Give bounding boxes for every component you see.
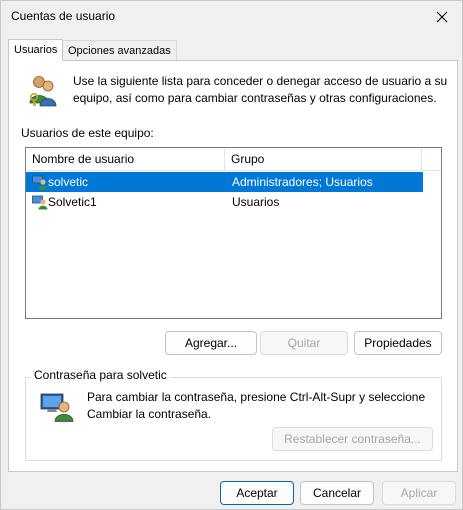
password-instructions: Para cambiar la contraseña, presione Ctr… xyxy=(87,390,426,421)
ok-button[interactable]: Aceptar xyxy=(220,481,294,505)
listview-header: Nombre de usuario Grupo xyxy=(26,148,441,171)
intro-description: Use la siguiente lista para conceder o d… xyxy=(73,74,448,105)
close-icon xyxy=(436,11,448,22)
cancel-button[interactable]: Cancelar xyxy=(300,481,374,505)
tab-opciones-avanzadas[interactable]: Opciones avanzadas xyxy=(62,40,177,61)
users-list-label: Usuarios de este equipo: xyxy=(21,126,154,140)
table-row[interactable]: Solvetic1 Usuarios xyxy=(26,192,423,212)
user-account-icon xyxy=(32,195,48,210)
properties-button[interactable]: Propiedades xyxy=(354,331,442,355)
row-username: Solvetic1 xyxy=(48,195,97,209)
column-header-group[interactable]: Grupo xyxy=(225,148,422,170)
apply-button[interactable]: Aplicar xyxy=(382,481,456,505)
row-group: Administradores; Usuarios xyxy=(232,175,373,189)
row-group: Usuarios xyxy=(232,195,280,209)
add-user-button[interactable]: Agregar... xyxy=(165,331,257,355)
users-listview[interactable]: Nombre de usuario Grupo solvetic Adminis… xyxy=(25,147,442,319)
close-button[interactable] xyxy=(422,1,462,32)
remove-user-button[interactable]: Quitar xyxy=(260,331,348,355)
reset-password-button[interactable]: Restablecer contraseña... xyxy=(272,427,433,451)
users-keys-icon xyxy=(29,76,57,107)
column-header-username[interactable]: Nombre de usuario xyxy=(26,148,225,170)
user-account-icon xyxy=(32,175,48,190)
title-bar[interactable]: Cuentas de usuario xyxy=(1,1,462,32)
password-groupbox: Para cambiar la contraseña, presione Ctr… xyxy=(25,377,442,461)
tab-usuarios[interactable]: Usuarios xyxy=(8,39,64,61)
password-user-icon xyxy=(40,393,74,422)
row-username: solvetic xyxy=(48,175,89,189)
window-title: Cuentas de usuario xyxy=(11,9,116,23)
dialog-window: Cuentas de usuario Usuarios Opciones ava… xyxy=(0,0,463,510)
tab-panel-usuarios: Use la siguiente lista para conceder o d… xyxy=(8,60,458,472)
table-row[interactable]: solvetic Administradores; Usuarios xyxy=(26,172,423,192)
password-groupbox-title: Contraseña para solvetic xyxy=(31,368,170,382)
